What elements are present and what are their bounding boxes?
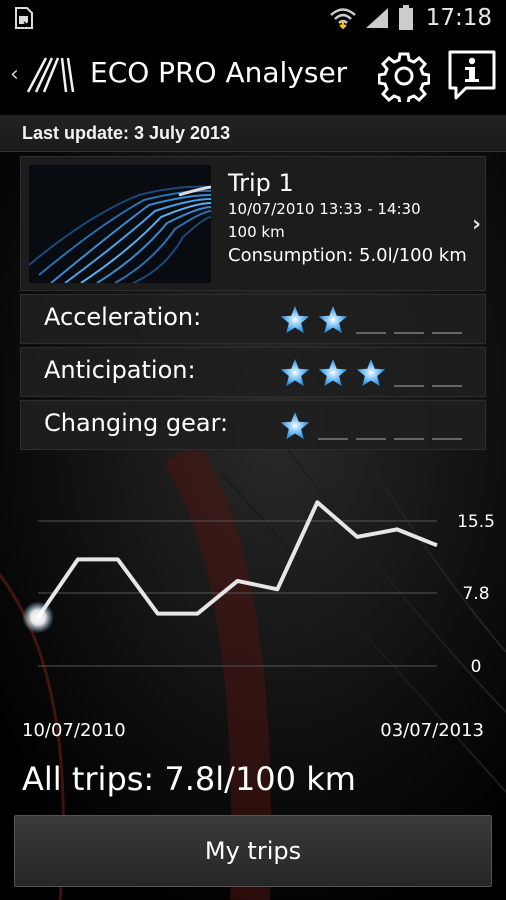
chevron-right-icon[interactable]: › [472,212,481,237]
all-trips-summary: All trips: 7.8l/100 km [22,760,356,798]
rating-row-changing-gear: Changing gear: [20,400,486,450]
chart-end-date: 03/07/2013 [380,720,484,741]
info-icon[interactable] [446,48,498,104]
status-time: 17:18 [425,5,492,31]
trip-distance: 100 km [228,223,285,241]
sim-card-icon [15,7,33,29]
last-update-text: Last update: 3 July 2013 [22,123,231,143]
star-filled-icon [280,359,310,387]
star-rating [280,359,462,387]
gear-icon[interactable] [378,50,430,102]
action-bar: ‹ ECO PRO Analyser [0,36,506,116]
status-right: 17:18 [329,0,492,36]
status-bar: 17:18 [0,0,506,36]
rating-label: Changing gear: [44,409,229,437]
star-filled-icon [280,306,310,334]
my-trips-button[interactable]: My trips [14,815,492,887]
back-chevron-icon[interactable]: ‹ [10,62,19,87]
selected-trip-point[interactable] [22,601,54,634]
rating-row-anticipation: Anticipation: [20,347,486,397]
star-rating [280,412,462,440]
y-tick-label: 0 [471,657,482,677]
star-filled-icon [318,359,348,387]
star-filled-icon [280,412,310,440]
trip-card[interactable]: Trip 1 10/07/2010 13:33 - 14:30 100 km C… [20,156,486,291]
consumption-line [36,500,438,619]
road-logo-icon[interactable] [26,56,76,94]
y-tick-label: 15.5 [457,512,495,532]
rating-label: Acceleration: [44,303,202,331]
trip-title: Trip 1 [228,169,294,197]
star-rating [280,306,462,334]
trip-consumption: Consumption: 5.0l/100 km [228,245,467,266]
consumption-chart: 15.5 7.8 0 [22,500,495,677]
trip-thumbnail [29,165,211,283]
trip-datetime: 10/07/2010 13:33 - 14:30 [228,200,421,218]
y-tick-label: 7.8 [462,584,489,604]
star-filled-icon [356,359,386,387]
last-update-bar: Last update: 3 July 2013 [0,116,506,152]
app-title: ECO PRO Analyser [90,56,348,89]
wifi-icon [329,8,356,30]
chart-start-date: 10/07/2010 [22,720,126,741]
battery-icon [398,5,413,30]
rating-label: Anticipation: [44,356,196,384]
rating-row-acceleration: Acceleration: [20,294,486,344]
star-filled-icon [318,306,348,334]
signal-icon [365,8,388,28]
